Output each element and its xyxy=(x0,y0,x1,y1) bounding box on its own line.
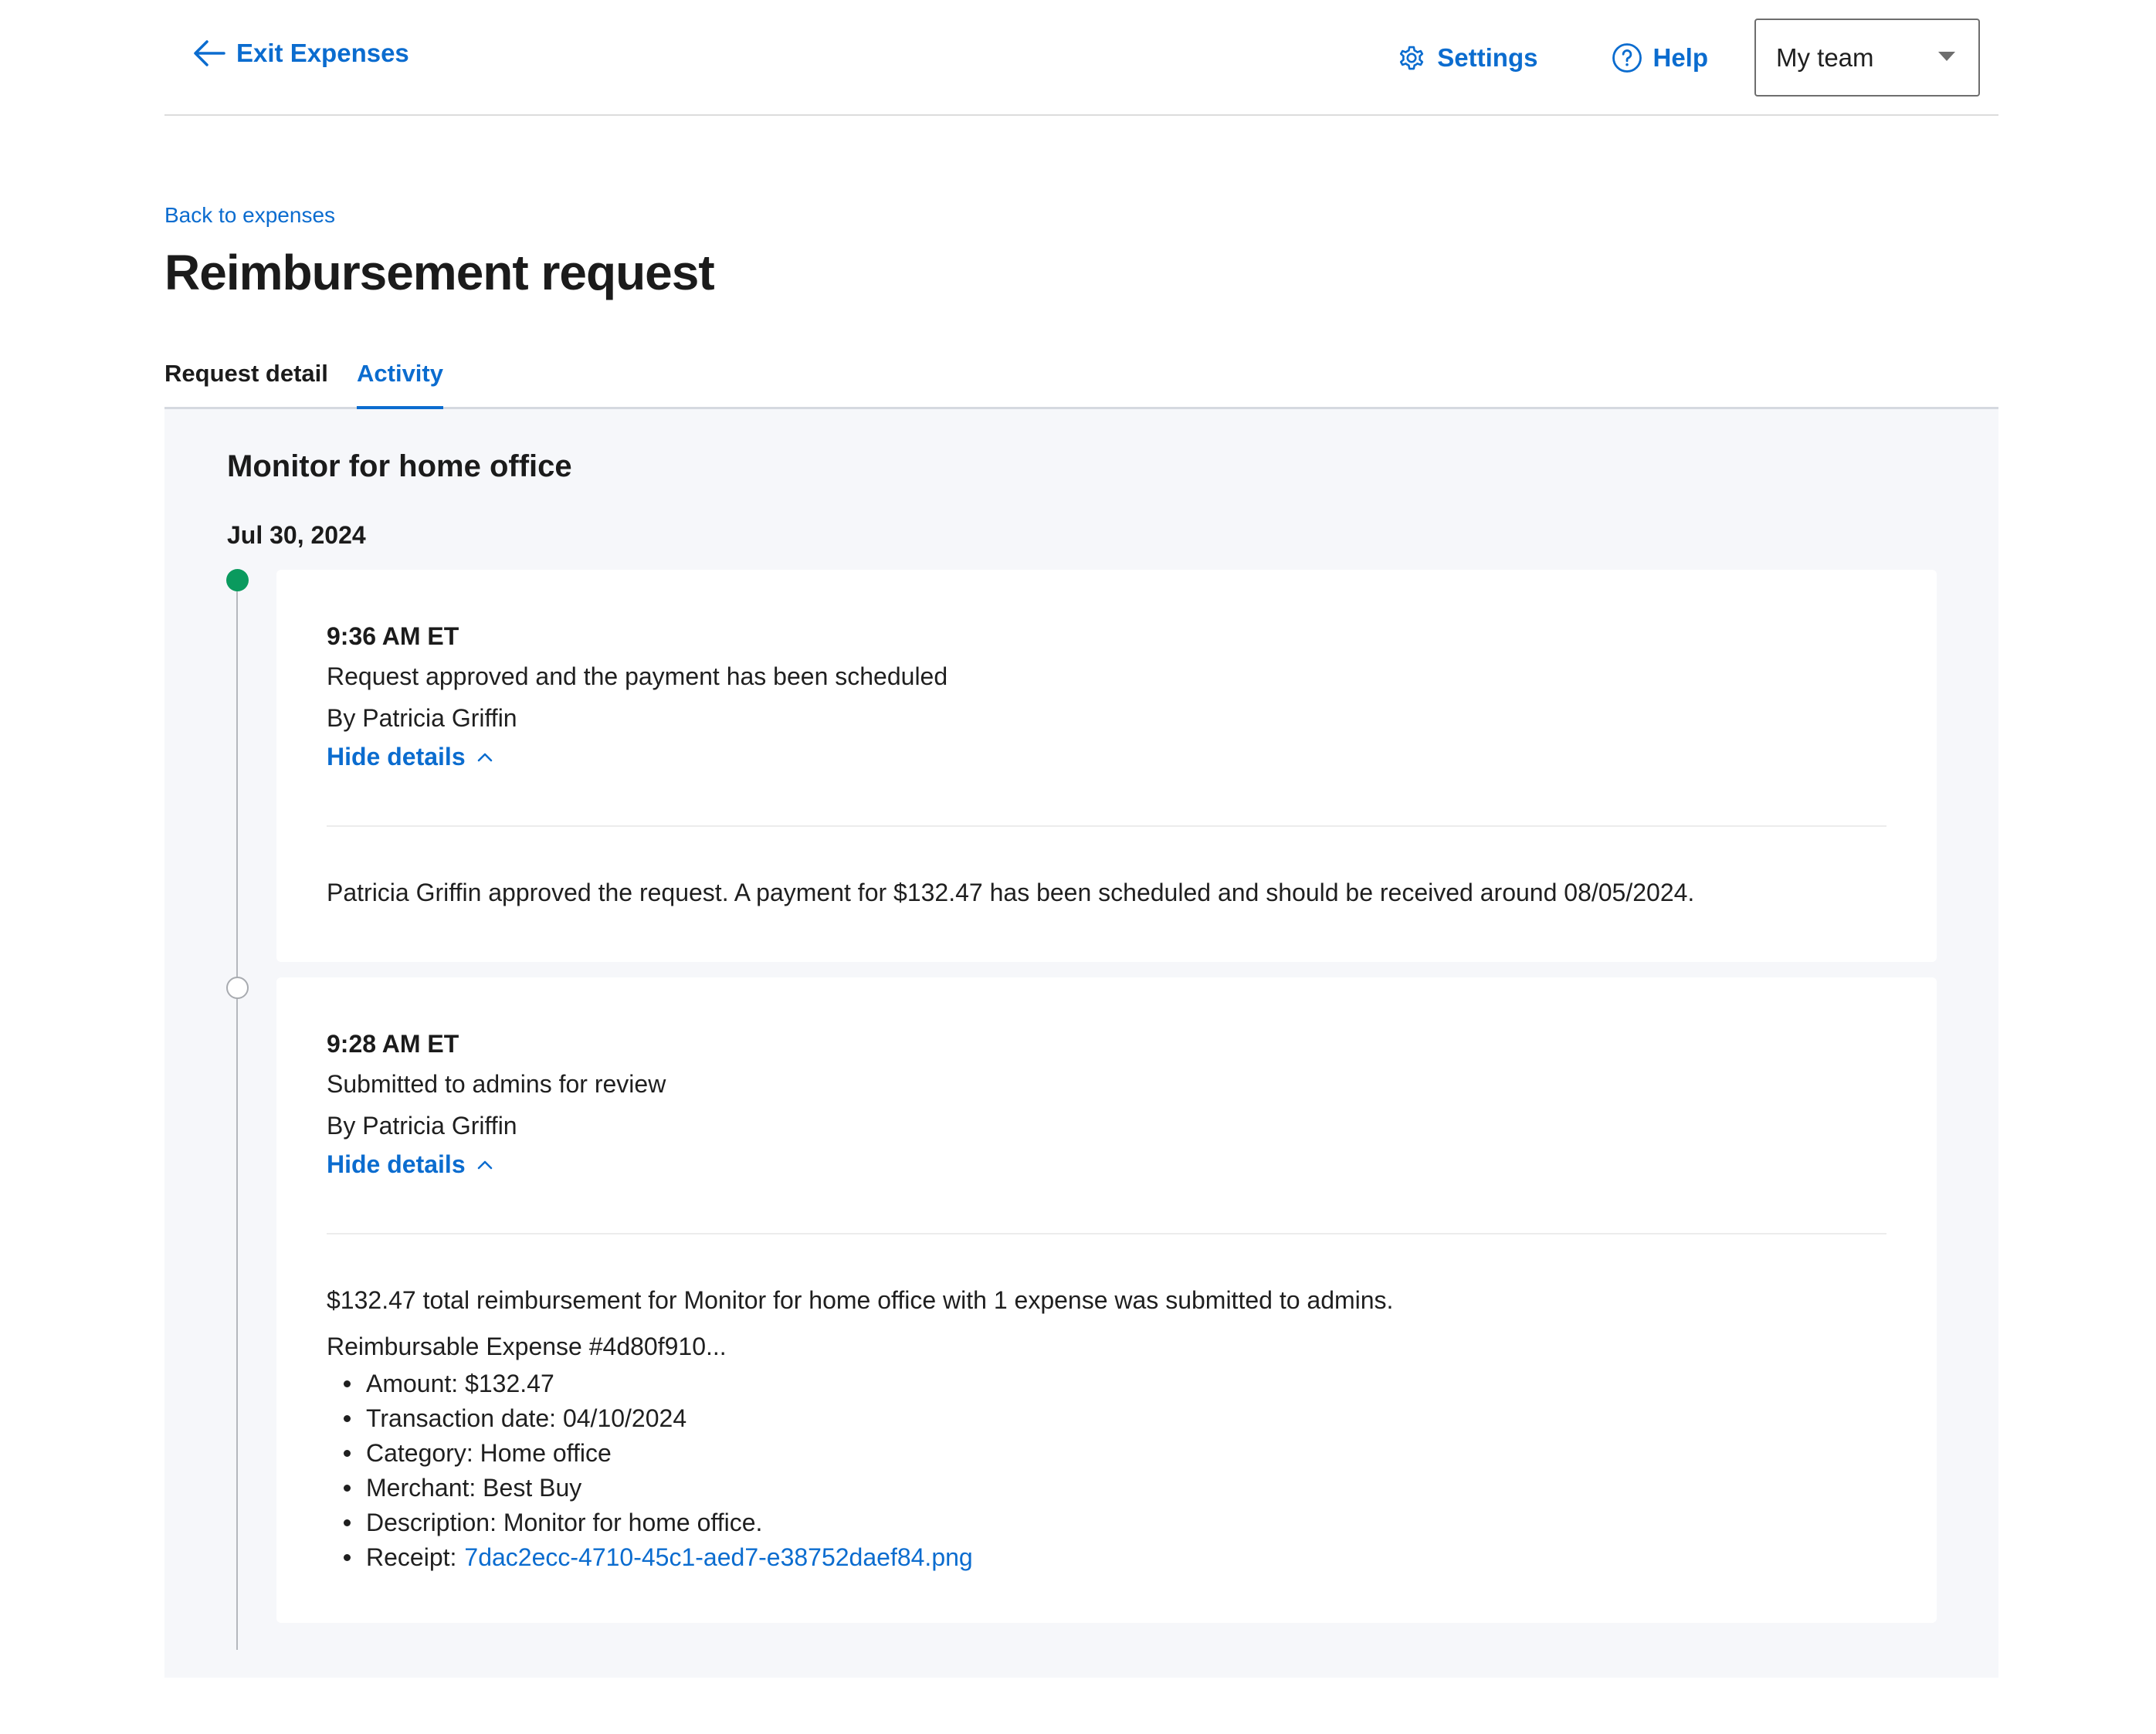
receipt-link[interactable]: 7dac2ecc-4710-45c1-aed7-e38752daef84.png xyxy=(464,1543,972,1572)
request-title: Monitor for home office xyxy=(227,449,572,483)
event-time: 9:36 AM ET xyxy=(327,622,459,650)
expense-details-list: Amount: $132.47 Transaction date: 04/10/… xyxy=(327,1367,973,1575)
hide-details-label: Hide details xyxy=(327,743,466,770)
arrow-left-icon xyxy=(194,40,225,66)
team-select[interactable]: My team xyxy=(1754,19,1980,97)
activity-card: 9:36 AM ET Request approved and the paym… xyxy=(276,570,1937,962)
timeline-dot-approved xyxy=(226,569,249,591)
event-author: By Patricia Griffin xyxy=(327,704,517,732)
gear-icon xyxy=(1400,46,1424,69)
back-to-expenses-link[interactable]: Back to expenses xyxy=(164,203,335,228)
chevron-up-icon xyxy=(477,753,492,761)
bullet xyxy=(344,1519,351,1526)
bullet xyxy=(344,1485,351,1492)
bullet xyxy=(344,1450,351,1457)
hide-details-toggle[interactable]: Hide details xyxy=(327,743,493,771)
bullet xyxy=(344,1380,351,1387)
expense-merchant: Merchant: Best Buy xyxy=(366,1474,582,1502)
event-details: Patricia Griffin approved the request. A… xyxy=(327,879,1695,906)
bullet xyxy=(344,1554,351,1561)
bullet xyxy=(344,1415,351,1422)
list-item: Category: Home office xyxy=(327,1436,973,1471)
top-actions: Settings Help My team xyxy=(1395,19,1980,97)
exit-expenses-label: Exit Expenses xyxy=(236,39,409,67)
details-divider xyxy=(327,1233,1886,1234)
list-item: Amount: $132.47 xyxy=(327,1367,973,1401)
chevron-up-icon xyxy=(477,1160,492,1169)
page-title: Reimbursement request xyxy=(164,245,715,300)
exit-expenses-link[interactable]: Exit Expenses xyxy=(193,39,409,68)
question-circle-icon xyxy=(1612,42,1642,73)
settings-link[interactable]: Settings xyxy=(1395,42,1537,74)
event-action: Request approved and the payment has bee… xyxy=(327,662,948,690)
activity-date: Jul 30, 2024 xyxy=(227,521,366,549)
help-label: Help xyxy=(1653,42,1708,72)
receipt-label: Receipt: xyxy=(366,1543,457,1571)
expense-description: Description: Monitor for home office. xyxy=(366,1509,763,1536)
help-link[interactable]: Help xyxy=(1611,42,1708,74)
caret-down-icon xyxy=(1938,51,1955,61)
details-divider xyxy=(327,825,1886,827)
tab-bar: Request detail Activity xyxy=(164,355,1998,409)
list-item: Receipt: 7dac2ecc-4710-45c1-aed7-e38752da… xyxy=(327,1540,973,1575)
tab-request-detail[interactable]: Request detail xyxy=(164,360,328,388)
timeline-line xyxy=(236,581,238,1650)
list-item: Merchant: Best Buy xyxy=(327,1471,973,1505)
expense-category: Category: Home office xyxy=(366,1439,612,1467)
tab-activity[interactable]: Activity xyxy=(357,360,443,409)
hide-details-toggle[interactable]: Hide details xyxy=(327,1150,493,1179)
hide-details-label: Hide details xyxy=(327,1150,466,1178)
team-select-value: My team xyxy=(1776,42,1874,72)
expense-amount: Amount: $132.47 xyxy=(366,1370,554,1397)
event-details: $132.47 total reimbursement for Monitor … xyxy=(327,1286,1394,1314)
list-item: Transaction date: 04/10/2024 xyxy=(327,1401,973,1436)
expense-title: Reimbursable Expense #4d80f910... xyxy=(327,1333,727,1360)
event-author: By Patricia Griffin xyxy=(327,1112,517,1140)
timeline-dot-submitted xyxy=(226,977,249,999)
activity-panel: Monitor for home office Jul 30, 2024 9:3… xyxy=(164,409,1998,1678)
activity-card: 9:28 AM ET Submitted to admins for revie… xyxy=(276,977,1937,1623)
expense-transaction-date: Transaction date: 04/10/2024 xyxy=(366,1404,687,1432)
settings-label: Settings xyxy=(1437,42,1538,72)
top-bar: Exit Expenses Settings Help My team xyxy=(164,0,1998,116)
event-action: Submitted to admins for review xyxy=(327,1070,666,1098)
list-item: Description: Monitor for home office. xyxy=(327,1505,973,1540)
event-time: 9:28 AM ET xyxy=(327,1030,459,1058)
